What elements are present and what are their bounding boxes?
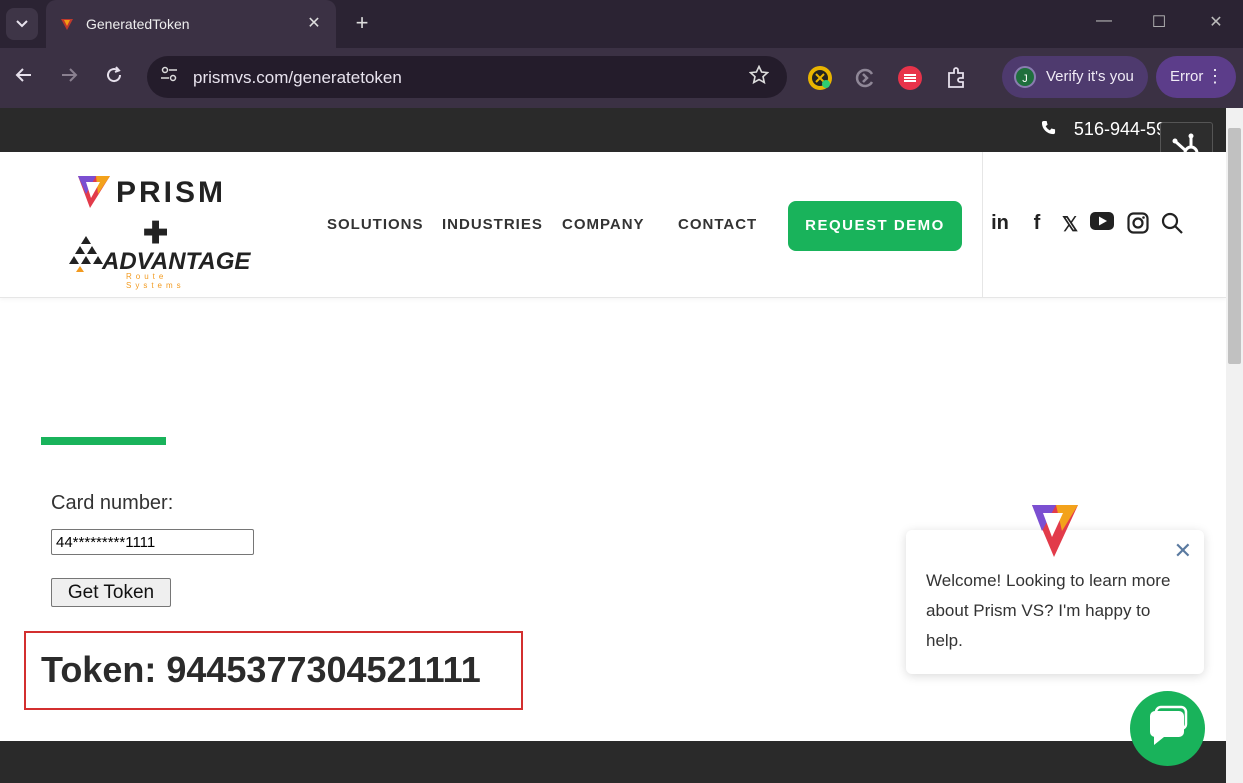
token-result-box: Token: 9445377304521111 xyxy=(24,631,523,710)
error-menu-button[interactable]: Error ⋮ xyxy=(1156,56,1236,98)
window-close-button[interactable]: ✕ xyxy=(1201,12,1231,32)
top-contact-bar: 516-944-59 xyxy=(0,108,1226,152)
phone-icon xyxy=(1041,120,1056,140)
chat-popup-close-icon[interactable]: ✕ xyxy=(1174,538,1192,564)
tab-title: GeneratedToken xyxy=(86,16,190,32)
extension-2-icon[interactable] xyxy=(853,66,877,90)
bookmark-star-icon[interactable] xyxy=(748,64,770,91)
card-number-label: Card number: xyxy=(51,492,174,514)
advantage-subtitle: Route Systems xyxy=(126,272,185,290)
reload-button[interactable] xyxy=(100,64,128,92)
reload-icon xyxy=(107,66,122,83)
prism-wordmark: PRISM xyxy=(116,176,227,209)
browser-tab-strip: GeneratedToken ✕ + — ☐ ✕ xyxy=(0,0,1243,48)
request-demo-button[interactable]: REQUEST DEMO xyxy=(788,201,962,251)
nav-industries[interactable]: INDUSTRIES xyxy=(442,216,543,233)
chat-launcher-button[interactable] xyxy=(1130,691,1205,766)
forward-arrow-icon xyxy=(62,68,78,82)
search-icon[interactable] xyxy=(1158,212,1186,240)
chat-welcome-message: Welcome! Looking to learn more about Pri… xyxy=(926,571,1171,650)
advantage-triangles-icon xyxy=(69,236,103,272)
active-tab[interactable]: GeneratedToken ✕ xyxy=(46,0,336,48)
facebook-icon[interactable]: f xyxy=(1023,212,1051,235)
phone-number[interactable]: 516-944-59 xyxy=(1074,119,1166,140)
nav-company[interactable]: COMPANY xyxy=(562,216,645,233)
chevron-down-icon xyxy=(16,20,28,28)
chat-bubble-icon xyxy=(1150,705,1188,745)
minimize-button[interactable]: — xyxy=(1089,12,1119,30)
profile-avatar: J xyxy=(1014,66,1036,88)
tab-search-button[interactable] xyxy=(6,8,38,40)
chat-avatar-logo-icon xyxy=(1030,501,1080,564)
verify-profile-button[interactable]: J Verify it's you xyxy=(1002,56,1148,98)
nav-contact[interactable]: CONTACT xyxy=(678,216,757,233)
page-scrollbar[interactable] xyxy=(1226,108,1243,783)
card-number-input[interactable] xyxy=(51,529,254,555)
more-vert-icon: ⋮ xyxy=(1206,66,1224,86)
linkedin-icon[interactable]: in xyxy=(986,212,1014,235)
section-accent-bar xyxy=(41,437,166,445)
favicon-icon xyxy=(61,19,73,30)
prism-logo-icon xyxy=(78,176,110,208)
extensions-puzzle-icon[interactable] xyxy=(944,66,968,90)
verify-label: Verify it's you xyxy=(1046,68,1134,85)
back-button[interactable] xyxy=(10,64,38,92)
instagram-icon[interactable] xyxy=(1124,212,1152,240)
nav-solutions[interactable]: SOLUTIONS xyxy=(327,216,424,233)
back-arrow-icon xyxy=(15,68,31,82)
plus-icon: ✚ xyxy=(143,217,169,250)
get-token-button[interactable]: Get Token xyxy=(51,578,171,607)
extension-1-icon[interactable] xyxy=(808,66,832,90)
browser-toolbar: prismvs.com/generatetoken J Verify it's … xyxy=(0,48,1243,108)
header-divider xyxy=(982,152,983,298)
web-page: 516-944-59 PRISM ✚ ADVANTAGE Route Syste… xyxy=(0,108,1226,783)
x-twitter-icon[interactable]: 𝕏 xyxy=(1056,212,1084,237)
site-info-icon[interactable] xyxy=(157,65,181,89)
scrollbar-thumb[interactable] xyxy=(1228,128,1241,364)
token-output: Token: 9445377304521111 xyxy=(41,649,481,690)
youtube-icon[interactable] xyxy=(1088,212,1116,236)
url-text: prismvs.com/generatetoken xyxy=(193,68,402,87)
new-tab-button[interactable]: + xyxy=(350,10,374,36)
address-bar[interactable]: prismvs.com/generatetoken xyxy=(147,56,787,98)
footer-band xyxy=(0,741,1226,783)
extension-3-icon[interactable] xyxy=(898,66,922,90)
maximize-button[interactable]: ☐ xyxy=(1144,12,1174,32)
error-label: Error xyxy=(1170,68,1204,85)
tab-close-icon[interactable]: ✕ xyxy=(304,13,324,33)
site-header: PRISM ✚ ADVANTAGE Route Systems SOLUTION… xyxy=(0,152,1226,298)
forward-button[interactable] xyxy=(55,64,83,92)
